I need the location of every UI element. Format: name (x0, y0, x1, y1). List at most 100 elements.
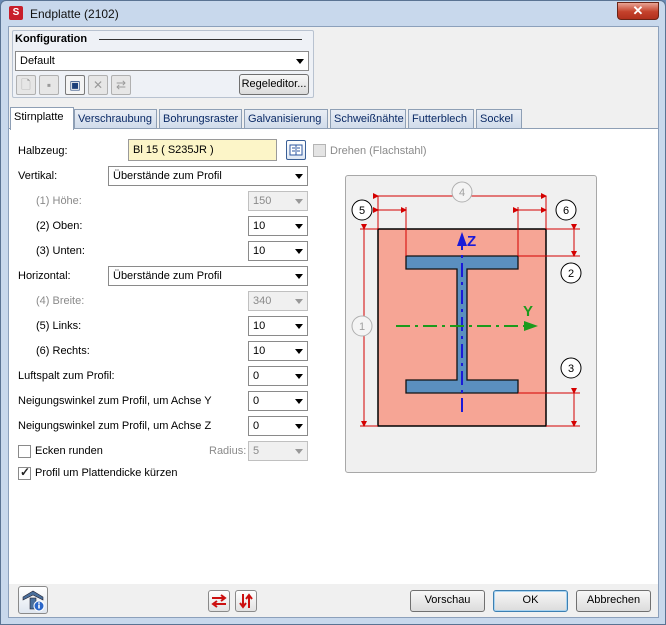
chevron-down-icon (290, 317, 307, 335)
chevron-down-icon (290, 442, 307, 460)
configuration-selected: Default (20, 55, 55, 67)
neigung-z-label: Neigungswinkel zum Profil, um Achse Z (18, 420, 212, 432)
chevron-down-icon (290, 167, 307, 185)
new-config-icon[interactable]: 🗋 (16, 75, 36, 95)
radius-value: 5 (253, 445, 260, 457)
drehen-label: Drehen (Flachstahl) (330, 145, 427, 157)
horizontal-label: Horizontal: (18, 270, 71, 282)
luftspalt-value: 0 (253, 370, 260, 382)
swap-vertical-icon (239, 593, 253, 609)
hoehe-select[interactable]: 150 (248, 191, 308, 211)
rechts-value: 10 (253, 345, 266, 357)
chevron-down-icon (290, 392, 307, 410)
window-title: Endplatte (2102) (30, 7, 119, 21)
drehen-checkbox[interactable] (313, 144, 326, 157)
links-label: (5) Links: (36, 320, 82, 332)
vertikal-label: Vertikal: (18, 170, 58, 182)
configuration-select[interactable]: Default (15, 51, 309, 71)
marker-4: 4 (459, 187, 465, 199)
vertikal-select[interactable]: Überstände zum Profil (108, 166, 308, 186)
hoehe-label: (1) Höhe: (36, 195, 82, 207)
chevron-down-icon (290, 267, 307, 285)
links-select[interactable]: 10 (248, 316, 308, 336)
ecken-runden-label: Ecken runden (35, 445, 103, 457)
chevron-down-icon (290, 192, 307, 210)
profile-info-icon (22, 590, 45, 612)
vertikal-selected: Überstände zum Profil (113, 170, 222, 182)
breite-label: (4) Breite: (36, 295, 85, 307)
configuration-divider (99, 39, 302, 40)
breite-select[interactable]: 340 (248, 291, 308, 311)
chevron-down-icon (290, 292, 307, 310)
breite-value: 340 (253, 295, 272, 307)
swap-horizontal-icon (211, 594, 227, 608)
save-config-icon[interactable]: ▪ (39, 75, 59, 95)
unten-value: 10 (253, 245, 266, 257)
rule-editor-button[interactable]: Regeleditor... (239, 74, 309, 95)
ecken-runden-checkbox[interactable] (18, 445, 31, 458)
hoehe-value: 150 (253, 195, 272, 207)
tab-sockel[interactable]: Sockel (476, 109, 522, 129)
halbzeug-label: Halbzeug: (18, 145, 68, 157)
profil-kuerzen-checkbox[interactable] (18, 465, 31, 480)
y-axis-label: Y (523, 303, 533, 320)
unten-select[interactable]: 10 (248, 241, 308, 261)
save-as-config-icon[interactable]: ▣ (65, 75, 85, 95)
marker-3: 3 (568, 363, 574, 375)
hicad-logo-icon: S (9, 6, 23, 20)
swap-horizontal-button[interactable] (208, 590, 230, 612)
cancel-button[interactable]: Abbrechen (576, 590, 651, 612)
refresh-config-icon[interactable]: ⇄ (111, 75, 131, 95)
dialog-client: Konfiguration Default 🗋 ▪ ▣ ✕ ⇄ Regeledi… (8, 26, 659, 618)
marker-5: 5 (359, 205, 365, 217)
unten-label: (3) Unten: (36, 245, 85, 257)
radius-select[interactable]: 5 (248, 441, 308, 461)
endplate-diagram: Z Y 4 5 6 1 2 3 (345, 175, 597, 473)
chevron-down-icon (291, 52, 308, 70)
profil-kuerzen-label: Profil um Plattendicke kürzen (35, 467, 178, 479)
tab-verschraubung[interactable]: Verschraubung (74, 109, 157, 129)
semi-finished-browse-button[interactable] (286, 140, 306, 160)
rechts-select[interactable]: 10 (248, 341, 308, 361)
tab-schweissnaehte[interactable]: Schweißnähte (330, 109, 406, 129)
delete-config-icon[interactable]: ✕ (88, 75, 108, 95)
oben-value: 10 (253, 220, 266, 232)
chevron-down-icon (290, 342, 307, 360)
tab-stirnplatte[interactable]: Stirnplatte (10, 107, 74, 130)
chevron-down-icon (290, 242, 307, 260)
profile-info-button[interactable] (18, 586, 48, 614)
luftspalt-select[interactable]: 0 (248, 366, 308, 386)
neigung-y-select[interactable]: 0 (248, 391, 308, 411)
swap-vertical-button[interactable] (235, 590, 257, 612)
marker-1: 1 (359, 321, 365, 333)
catalog-icon (289, 144, 303, 156)
tab-bohrungsraster[interactable]: Bohrungsraster (159, 109, 242, 129)
ok-button[interactable]: OK (493, 590, 568, 612)
neigung-y-value: 0 (253, 395, 260, 407)
tab-futterblech[interactable]: Futterblech (408, 109, 474, 129)
close-button[interactable]: ✕ (617, 2, 659, 20)
rechts-label: (6) Rechts: (36, 345, 90, 357)
dialog-window: S Endplatte (2102) ✕ Konfiguration Defau… (0, 0, 666, 625)
oben-label: (2) Oben: (36, 220, 83, 232)
oben-select[interactable]: 10 (248, 216, 308, 236)
horizontal-selected: Überstände zum Profil (113, 270, 222, 282)
configuration-title: Konfiguration (15, 33, 91, 45)
neigung-z-select[interactable]: 0 (248, 416, 308, 436)
halbzeug-field[interactable]: Bl 15 ( S235JR ) (128, 139, 277, 161)
links-value: 10 (253, 320, 266, 332)
marker-2: 2 (568, 268, 574, 280)
radius-label: Radius: (209, 445, 247, 457)
marker-6: 6 (563, 205, 569, 217)
chevron-down-icon (290, 217, 307, 235)
tab-galvanisierung[interactable]: Galvanisierung (244, 109, 328, 129)
preview-button[interactable]: Vorschau (410, 590, 485, 612)
chevron-down-icon (290, 417, 307, 435)
endplate-drawing: Z Y 4 5 6 1 2 3 (351, 181, 582, 427)
chevron-down-icon (290, 367, 307, 385)
neigung-z-value: 0 (253, 420, 260, 432)
horizontal-select[interactable]: Überstände zum Profil (108, 266, 308, 286)
title-bar[interactable]: S Endplatte (2102) ✕ (1, 1, 665, 26)
tab-strip: Stirnplatte Verschraubung Bohrungsraster… (9, 107, 660, 130)
luftspalt-label: Luftspalt zum Profil: (18, 370, 115, 382)
